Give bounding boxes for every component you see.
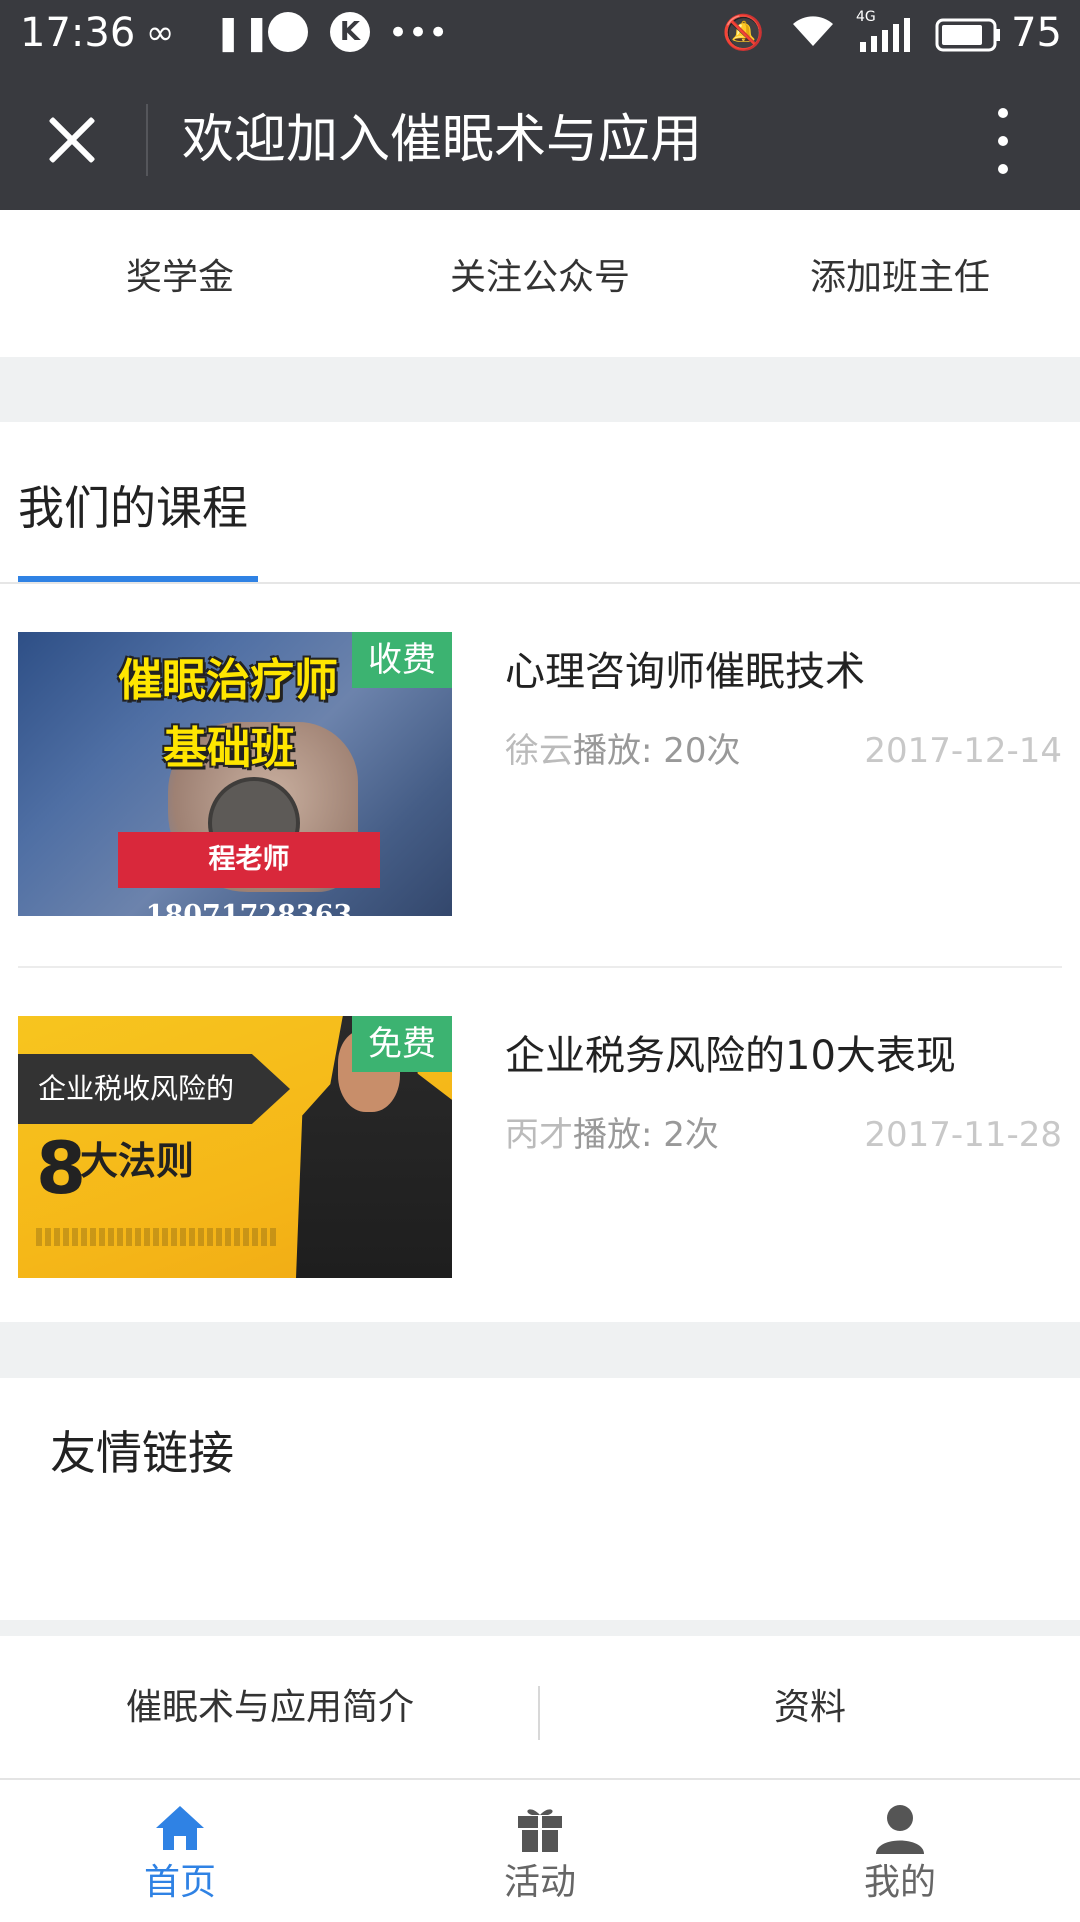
home-icon	[152, 1800, 208, 1856]
course-thumbnail[interactable]: 企业税收风险的 8 大法则 免费	[18, 1016, 452, 1278]
thumbnail-title-line2: 基础班	[163, 723, 295, 774]
tab-activities[interactable]: 活动	[360, 1780, 720, 1922]
tab-label: 我的	[863, 1862, 936, 1903]
top-bar: 17:36 ∞ ❚❚ K ••• 🔕 4G 75 欢迎加入催眠术与应用	[0, 0, 1080, 210]
course-meta: 丙才播放: 2次	[505, 1110, 719, 1160]
friend-links-title: 友情链接	[50, 1426, 234, 1480]
bottom-menu: 催眠术与应用简介 资料	[0, 1636, 1080, 1776]
thumbnail-fine-print	[36, 1228, 276, 1246]
tab-home[interactable]: 首页	[0, 1780, 360, 1922]
course-author: 徐云	[505, 731, 573, 771]
course-date: 2017-12-14	[864, 731, 1062, 771]
course-item[interactable]: 企业税收风险的 8 大法则 免费 企业税务风险的10大表现 丙才播放: 2次 2…	[18, 1016, 1062, 1286]
course-date: 2017-11-28	[864, 1115, 1062, 1155]
user-icon	[872, 1800, 928, 1856]
courses-section-title[interactable]: 我们的课程	[18, 478, 248, 538]
course-divider	[18, 966, 1062, 968]
k-app-icon: K	[330, 12, 370, 52]
course-item[interactable]: 催眠治疗师 基础班 程老师18071728363 收费 心理咨询师催眠技术 徐云…	[18, 632, 1062, 922]
course-plays: 播放: 20次	[573, 731, 741, 771]
quick-link-follow-account[interactable]: 关注公众号	[390, 250, 690, 306]
gift-icon	[512, 1800, 568, 1856]
thumbnail-rule-text: 大法则	[80, 1139, 195, 1183]
page-title: 欢迎加入催眠术与应用	[182, 110, 703, 170]
status-time: 17:36	[20, 10, 136, 56]
more-notifications-icon: •••	[388, 13, 449, 53]
mute-bell-icon: 🔕	[722, 13, 765, 53]
wifi-icon	[790, 10, 836, 60]
status-bar: 17:36 ∞ ❚❚ K ••• 🔕 4G 75	[0, 0, 1080, 70]
course-title[interactable]: 心理咨询师催眠技术	[505, 644, 865, 700]
course-plays: 播放: 2次	[573, 1115, 719, 1155]
price-badge: 免费	[352, 1016, 452, 1072]
section-divider	[0, 582, 1080, 584]
tab-profile[interactable]: 我的	[720, 1780, 1080, 1922]
thumbnail-title-line1: 催眠治疗师	[118, 655, 338, 706]
course-title[interactable]: 企业税务风险的10大表现	[505, 1028, 956, 1084]
quick-link-add-teacher[interactable]: 添加班主任	[750, 250, 1050, 306]
menu-item-materials[interactable]: 资料	[540, 1682, 1080, 1734]
infinity-icon: ∞	[146, 13, 175, 53]
chat-icon	[268, 12, 308, 52]
price-badge: 收费	[352, 632, 452, 688]
section-separator	[0, 1620, 1080, 1636]
header-divider	[146, 104, 148, 176]
close-icon[interactable]	[38, 106, 106, 174]
thumbnail-number: 8	[36, 1126, 87, 1210]
course-thumbnail[interactable]: 催眠治疗师 基础班 程老师18071728363 收费	[18, 632, 452, 916]
header: 欢迎加入催眠术与应用	[0, 70, 1080, 210]
battery-icon	[935, 18, 1001, 56]
course-author: 丙才	[505, 1115, 573, 1155]
section-separator	[0, 357, 1080, 422]
menu-item-intro[interactable]: 催眠术与应用简介	[0, 1682, 540, 1734]
tab-label: 活动	[503, 1862, 576, 1903]
course-meta: 徐云播放: 20次	[505, 726, 741, 776]
section-separator	[0, 1322, 1080, 1378]
pause-icon: ❚❚	[214, 13, 271, 53]
signal-icon	[858, 18, 912, 58]
tab-bar: 首页 活动 我的	[0, 1778, 1080, 1922]
tab-label: 首页	[143, 1862, 216, 1903]
more-options-icon[interactable]	[985, 104, 1021, 178]
thumbnail-banner-text: 企业税收风险的	[38, 1072, 235, 1105]
quick-link-scholarship[interactable]: 奖学金	[30, 250, 330, 306]
battery-level: 75	[1011, 10, 1062, 56]
thumbnail-contact: 程老师18071728363	[118, 832, 380, 916]
quick-links: 奖学金 关注公众号 添加班主任	[0, 210, 1080, 357]
